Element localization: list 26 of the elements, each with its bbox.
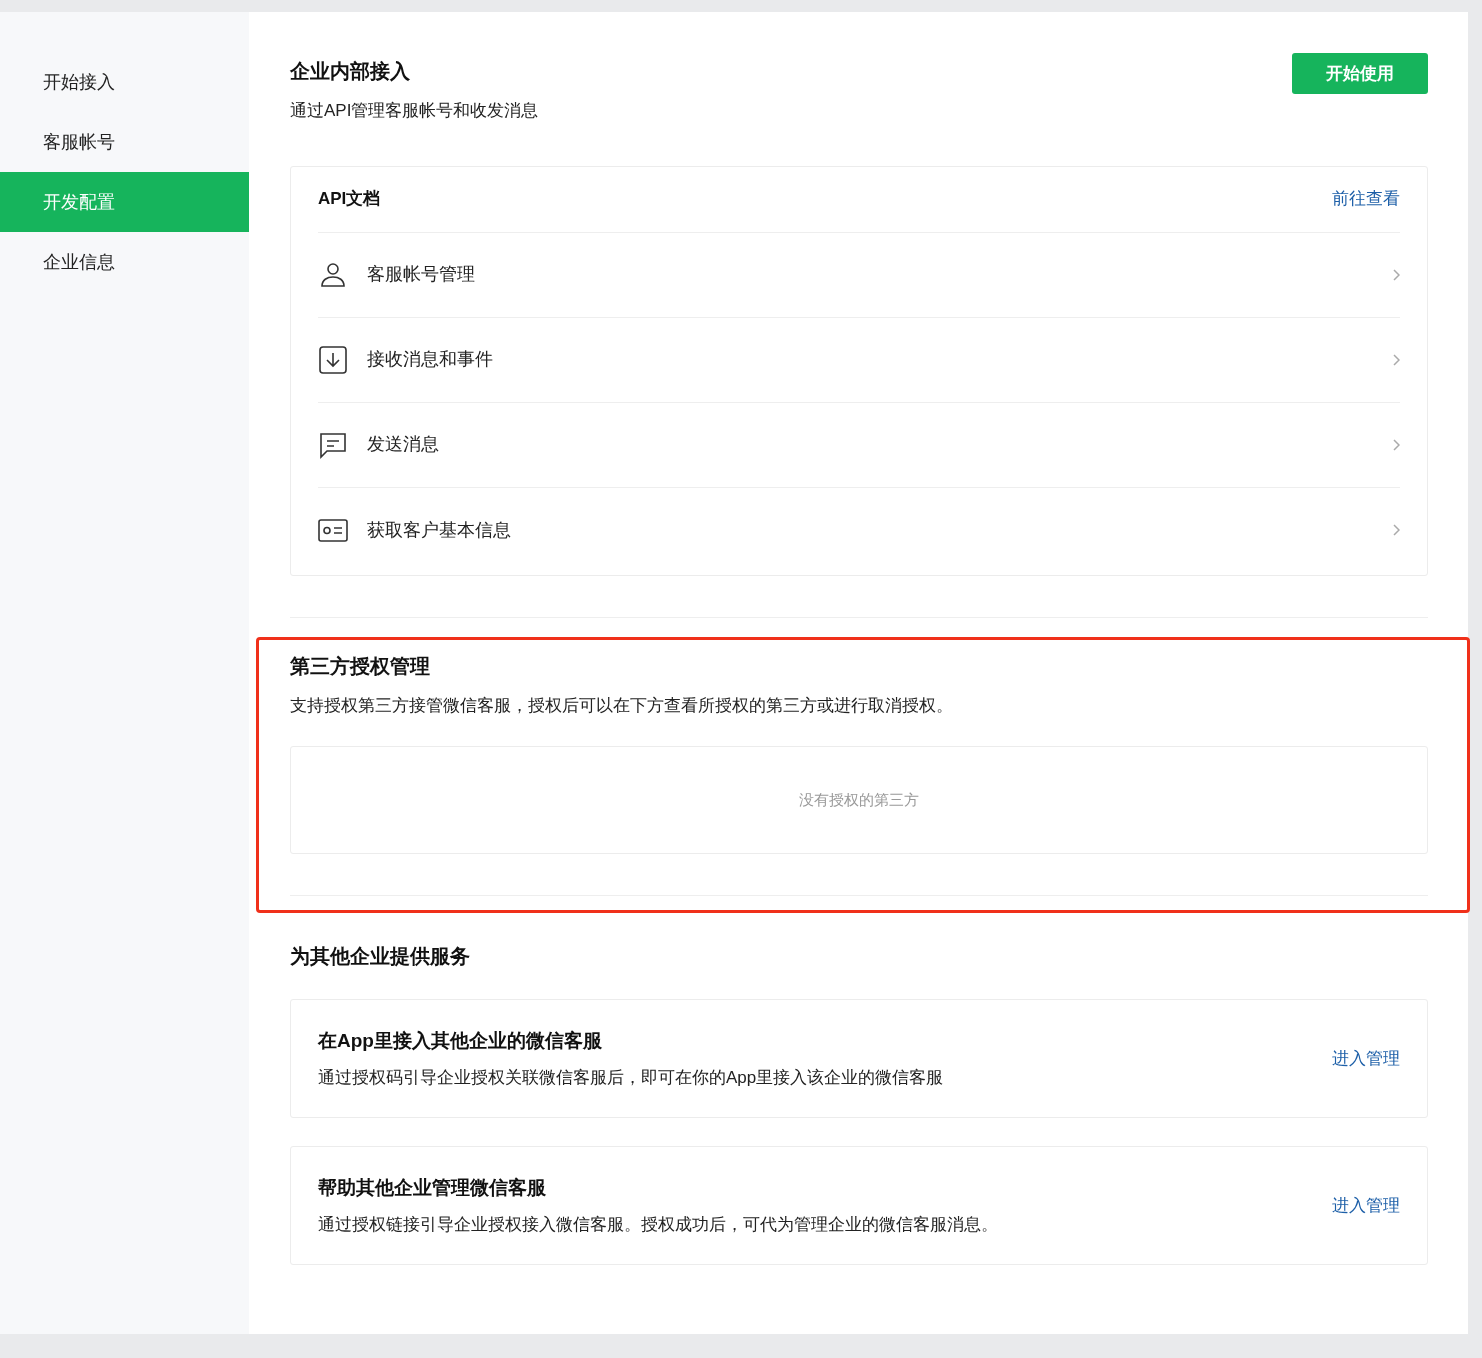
view-link[interactable]: 前往查看: [1332, 186, 1400, 212]
chevron-right-icon: [1392, 353, 1400, 366]
card-title: 帮助其他企业管理微信客服: [318, 1175, 547, 1200]
card-title: 在App里接入其他企业的微信客服: [318, 1028, 603, 1053]
api-doc-item[interactable]: 客服帐号管理: [367, 261, 1373, 288]
section-title: 为其他企业提供服务: [290, 945, 470, 967]
sidebar-item[interactable]: 企业信息: [0, 232, 249, 292]
api-doc-item[interactable]: 接收消息和事件: [367, 346, 1373, 373]
section-title: 第三方授权管理: [290, 653, 431, 679]
download-icon: [318, 344, 348, 375]
manage-link[interactable]: 进入管理: [1332, 1192, 1400, 1219]
card-description: 通过授权链接引导企业授权接入微信客服。授权成功后，可代为管理企业的微信客服消息。: [318, 1214, 998, 1236]
section-description: 通过API管理客服帐号和收发消息: [290, 100, 539, 122]
api-doc-item[interactable]: 发送消息: [367, 431, 1373, 458]
sidebar-item[interactable]: 开始接入: [0, 52, 249, 112]
chevron-right-icon: [1392, 268, 1400, 281]
chevron-right-icon: [1392, 524, 1400, 536]
chevron-right-icon: [1392, 438, 1400, 451]
card-title: API文档: [318, 188, 381, 211]
api-doc-item[interactable]: 获取客户基本信息: [367, 516, 1373, 544]
sidebar-item[interactable]: 客服帐号: [0, 112, 249, 172]
section-title: 企业内部接入: [290, 59, 411, 84]
manage-link[interactable]: 进入管理: [1332, 1045, 1400, 1072]
empty-message: 没有授权的第三方: [799, 789, 919, 810]
section-description: 支持授权第三方接管微信客服，授权后可以在下方查看所授权的第三方或进行取消授权。: [290, 694, 954, 717]
card-description: 通过授权码引导企业授权关联微信客服后，即可在你的App里接入该企业的微信客服: [318, 1067, 944, 1089]
